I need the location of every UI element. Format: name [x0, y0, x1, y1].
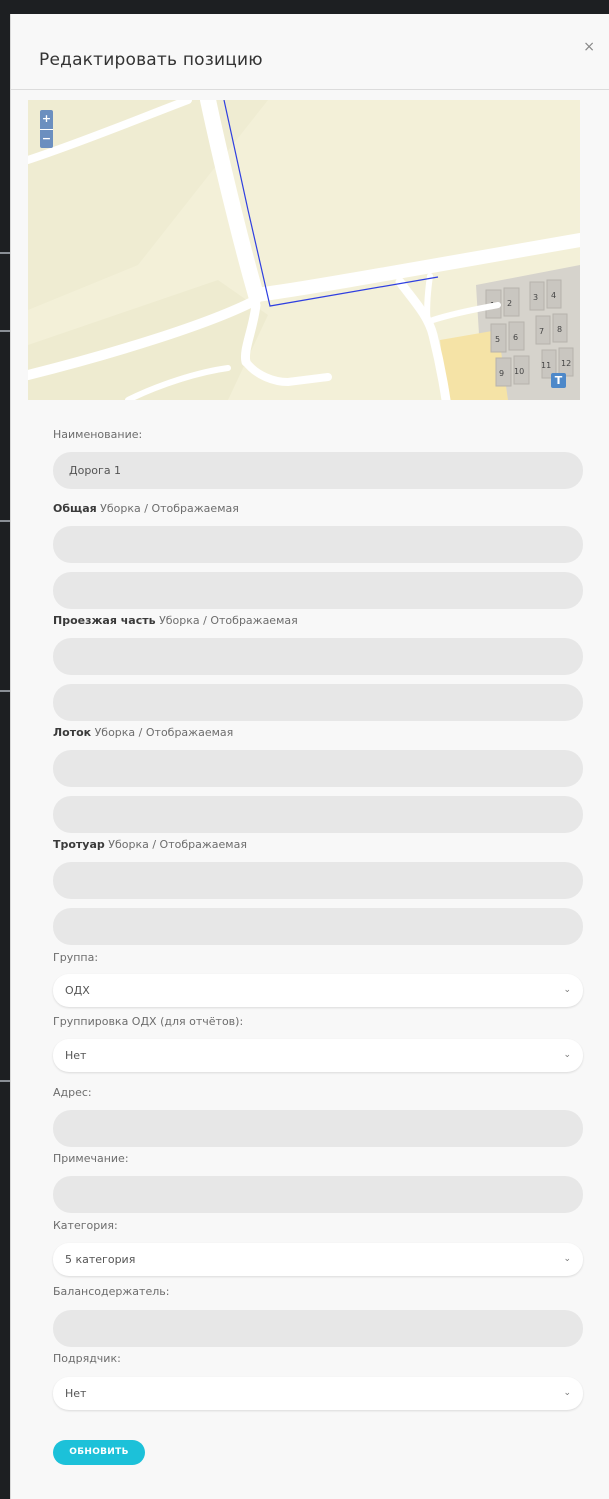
odh-grouping-select-value: Нет: [65, 1049, 87, 1062]
balance-holder-label: Балансодержатель:: [53, 1285, 170, 1298]
group-label: Группа:: [53, 951, 99, 964]
house-number: 12: [561, 359, 571, 368]
dialog-header: Редактировать позицию ×: [11, 14, 609, 90]
odh-grouping-label: Группировка ОДХ (для отчётов):: [53, 1015, 244, 1028]
sidewalk-section-title: Тротуар: [53, 838, 105, 851]
plus-icon[interactable]: +: [40, 110, 53, 129]
page-backdrop-top: [0, 0, 609, 14]
house-number: 11: [541, 361, 551, 370]
roadway-cleaning-input[interactable]: [53, 638, 583, 675]
category-select-value: 5 категория: [65, 1253, 136, 1266]
general-cleaning-input[interactable]: [53, 526, 583, 563]
close-icon[interactable]: ×: [583, 40, 595, 54]
sidewalk-displayed-input[interactable]: [53, 908, 583, 945]
tray-section-title: Лоток: [53, 726, 92, 739]
house-number: 7: [539, 327, 544, 336]
note-input[interactable]: [53, 1176, 583, 1213]
chevron-down-icon: ⌄: [563, 985, 571, 995]
backdrop-mark: [0, 330, 10, 332]
house-number: 3: [533, 293, 538, 302]
backdrop-mark: [0, 520, 10, 522]
address-input[interactable]: [53, 1110, 583, 1147]
backdrop-mark: [0, 252, 10, 254]
contractor-select-value: Нет: [65, 1387, 87, 1400]
address-label: Адрес:: [53, 1086, 92, 1099]
map-view[interactable]: 1 2 3 4 5 6 7 8 9 10 11 12 + − T: [28, 100, 580, 400]
tray-section-suffix: Уборка / Отображаемая: [91, 726, 234, 739]
general-section-label: Общая Уборка / Отображаемая: [53, 502, 239, 515]
chevron-down-icon: ⌄: [563, 1388, 571, 1398]
contractor-label: Подрядчик:: [53, 1352, 121, 1365]
zoom-control: + −: [40, 110, 53, 148]
contractor-select[interactable]: Нет ⌄: [53, 1377, 583, 1410]
roadway-section-suffix: Уборка / Отображаемая: [155, 614, 298, 627]
tray-section-label: Лоток Уборка / Отображаемая: [53, 726, 233, 739]
category-select[interactable]: 5 категория ⌄: [53, 1243, 583, 1276]
category-label: Категория:: [53, 1219, 118, 1232]
chevron-down-icon: ⌄: [563, 1050, 571, 1060]
minus-icon[interactable]: −: [40, 130, 53, 149]
roadway-section-title: Проезжая часть: [53, 614, 156, 627]
note-label: Примечание:: [53, 1152, 129, 1165]
chevron-down-icon: ⌄: [563, 1254, 571, 1264]
house-number: 8: [557, 325, 562, 334]
house-number: 5: [495, 335, 500, 344]
house-number: 4: [551, 291, 556, 300]
dialog-title: Редактировать позицию: [39, 50, 263, 70]
house-number: 9: [499, 369, 504, 378]
group-select[interactable]: ОДХ ⌄: [53, 974, 583, 1007]
backdrop-mark: [0, 1080, 10, 1082]
page-backdrop-left: [0, 0, 10, 1499]
house-number: 6: [513, 333, 518, 342]
general-displayed-input[interactable]: [53, 572, 583, 609]
backdrop-mark: [0, 690, 10, 692]
sidewalk-cleaning-input[interactable]: [53, 862, 583, 899]
sidewalk-section-suffix: Уборка / Отображаемая: [104, 838, 247, 851]
roadway-displayed-input[interactable]: [53, 684, 583, 721]
name-label: Наименование:: [53, 428, 143, 441]
edit-position-dialog: Редактировать позицию × 1 2 3 4 5 6 7 8 …: [10, 14, 609, 1499]
general-section-title: Общая: [53, 502, 97, 515]
name-input[interactable]: Дорога 1: [53, 452, 583, 489]
general-section-suffix: Уборка / Отображаемая: [96, 502, 239, 515]
balance-holder-input[interactable]: [53, 1310, 583, 1347]
odh-grouping-select[interactable]: Нет ⌄: [53, 1039, 583, 1072]
group-select-value: ОДХ: [65, 984, 90, 997]
update-button[interactable]: ОБНОВИТЬ: [53, 1440, 145, 1465]
tray-cleaning-input[interactable]: [53, 750, 583, 787]
sidewalk-section-label: Тротуар Уборка / Отображаемая: [53, 838, 247, 851]
house-number: 2: [507, 299, 512, 308]
tram-stop-icon[interactable]: T: [551, 373, 566, 388]
roadway-section-label: Проезжая часть Уборка / Отображаемая: [53, 614, 298, 627]
map-canvas: 1 2 3 4 5 6 7 8 9 10 11 12: [28, 100, 580, 400]
house-number: 10: [514, 367, 524, 376]
tray-displayed-input[interactable]: [53, 796, 583, 833]
